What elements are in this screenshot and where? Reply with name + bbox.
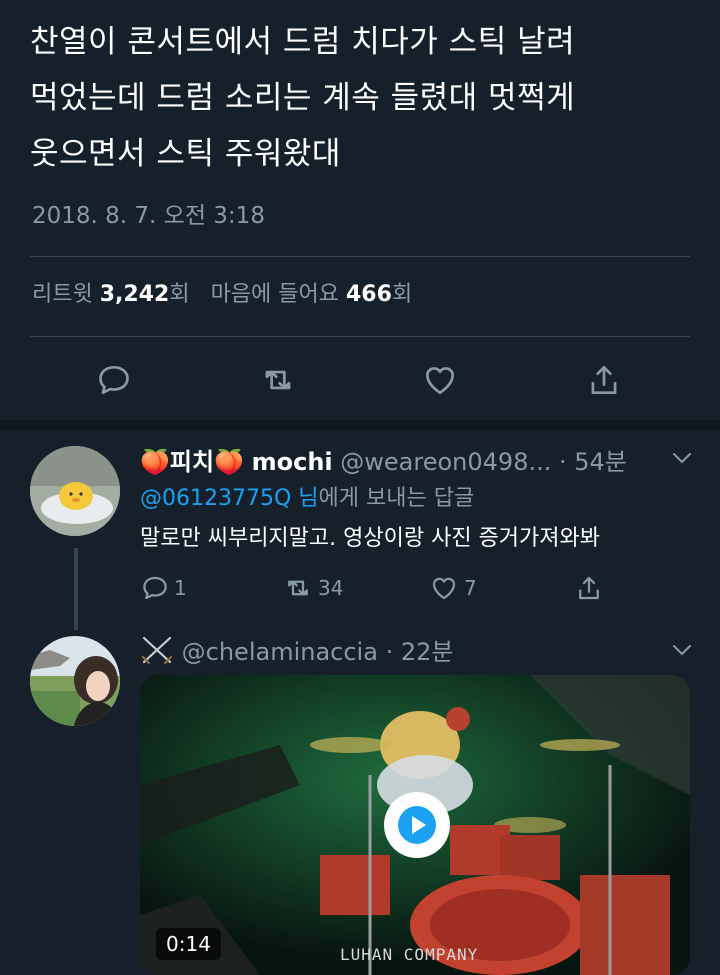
user-name-korean: 피치: [169, 448, 215, 476]
retweet-unit: 회: [169, 282, 190, 307]
reply-count: 1: [174, 576, 187, 600]
replying-to: @06123775Q 님에게 보내는 답글: [140, 480, 474, 512]
like-button[interactable]: [418, 350, 462, 410]
tweet-text-line: 먹었는데 드럼 소리는 계속 들렸대 멋쩍게: [30, 80, 576, 116]
tweet-text-line: 찬열이 콘서트에서 드럼 치다가 스틱 날려: [30, 24, 576, 60]
avatar-image: [30, 636, 120, 726]
like-button[interactable]: 7: [428, 568, 477, 608]
user-handle[interactable]: @chelaminaccia: [182, 638, 378, 666]
play-icon: [398, 806, 436, 844]
play-button[interactable]: [384, 792, 450, 858]
like-count: 7: [464, 576, 477, 600]
tweet-actions: [0, 350, 720, 410]
tweet-timestamp: 2018. 8. 7. 오전 3:18: [32, 203, 265, 229]
retweet-icon: [265, 370, 291, 390]
video-player[interactable]: 0:14 LUHAN COMPANY: [140, 675, 690, 975]
share-icon: [591, 365, 617, 395]
retweet-icon: [288, 580, 308, 596]
like-unit: 회: [391, 282, 413, 307]
retweet-label: 리트윗: [32, 282, 93, 307]
video-duration: 0:14: [156, 928, 221, 960]
reply-icon: [99, 365, 129, 395]
chevron-down-icon: [673, 645, 691, 656]
crossed-swords-icon: [141, 636, 173, 665]
reply-header: @chelaminaccia · 22분: [140, 632, 453, 667]
retweet-stat[interactable]: 리트윗 3,242회: [32, 282, 190, 307]
tweet-text-line: 웃으면서 스틱 주워왔대: [30, 136, 341, 172]
user-name[interactable]: 🍑피치🍑 mochi: [140, 448, 333, 476]
retweet-button[interactable]: [256, 350, 300, 410]
tweet-text: 찬열이 콘서트에서 드럼 치다가 스틱 날려 먹었는데 드럼 소리는 계속 들렸…: [30, 14, 700, 182]
reply-header: 🍑피치🍑 mochi @weareon0498... · 54분: [140, 442, 627, 477]
share-button[interactable]: [582, 350, 626, 410]
retweet-count: 3,242: [99, 282, 170, 307]
chevron-down-icon: [673, 453, 691, 464]
tweet-stats: 리트윗 3,242회 마음에 들어요 466회: [32, 276, 412, 308]
avatar[interactable]: [30, 446, 120, 536]
like-label: 마음에 들어요: [210, 282, 339, 307]
retweet-count: 34: [318, 576, 344, 600]
share-icon: [579, 576, 599, 600]
more-options-button[interactable]: [670, 446, 694, 470]
divider: [30, 336, 690, 337]
thread-line: [74, 548, 78, 630]
user-name-latin: mochi: [251, 448, 333, 476]
like-stat[interactable]: 마음에 들어요 466회: [211, 282, 413, 307]
mention-link[interactable]: @06123775Q: [140, 486, 291, 511]
reply-text: 말로만 씨부리지말고. 영상이랑 사진 증거가져와봐: [140, 526, 601, 551]
more-options-button[interactable]: [670, 638, 694, 662]
section-divider: [0, 420, 720, 430]
reply-time: · 54분: [559, 448, 627, 476]
peach-emoji: 🍑: [214, 448, 244, 476]
divider: [30, 256, 690, 257]
retweet-button[interactable]: 34: [282, 568, 343, 608]
share-button[interactable]: [574, 568, 604, 608]
peach-emoji: 🍑: [140, 448, 170, 476]
heart-icon: [432, 577, 456, 600]
reply-icon: [143, 576, 167, 600]
like-count: 466: [346, 282, 392, 307]
mention-suffix: 님: [291, 486, 319, 511]
reply-actions: 1 34 7: [140, 568, 610, 608]
avatar[interactable]: [30, 636, 120, 726]
user-handle[interactable]: @weareon0498...: [340, 448, 551, 476]
reply-time: · 22분: [385, 638, 454, 666]
replying-to-label: 에게 보내는 답글: [318, 486, 475, 511]
avatar-image: [30, 446, 120, 536]
video-watermark: LUHAN COMPANY: [340, 945, 479, 964]
reply-button[interactable]: [92, 350, 136, 410]
reply-button[interactable]: 1: [140, 568, 187, 608]
heart-icon: [425, 367, 455, 395]
